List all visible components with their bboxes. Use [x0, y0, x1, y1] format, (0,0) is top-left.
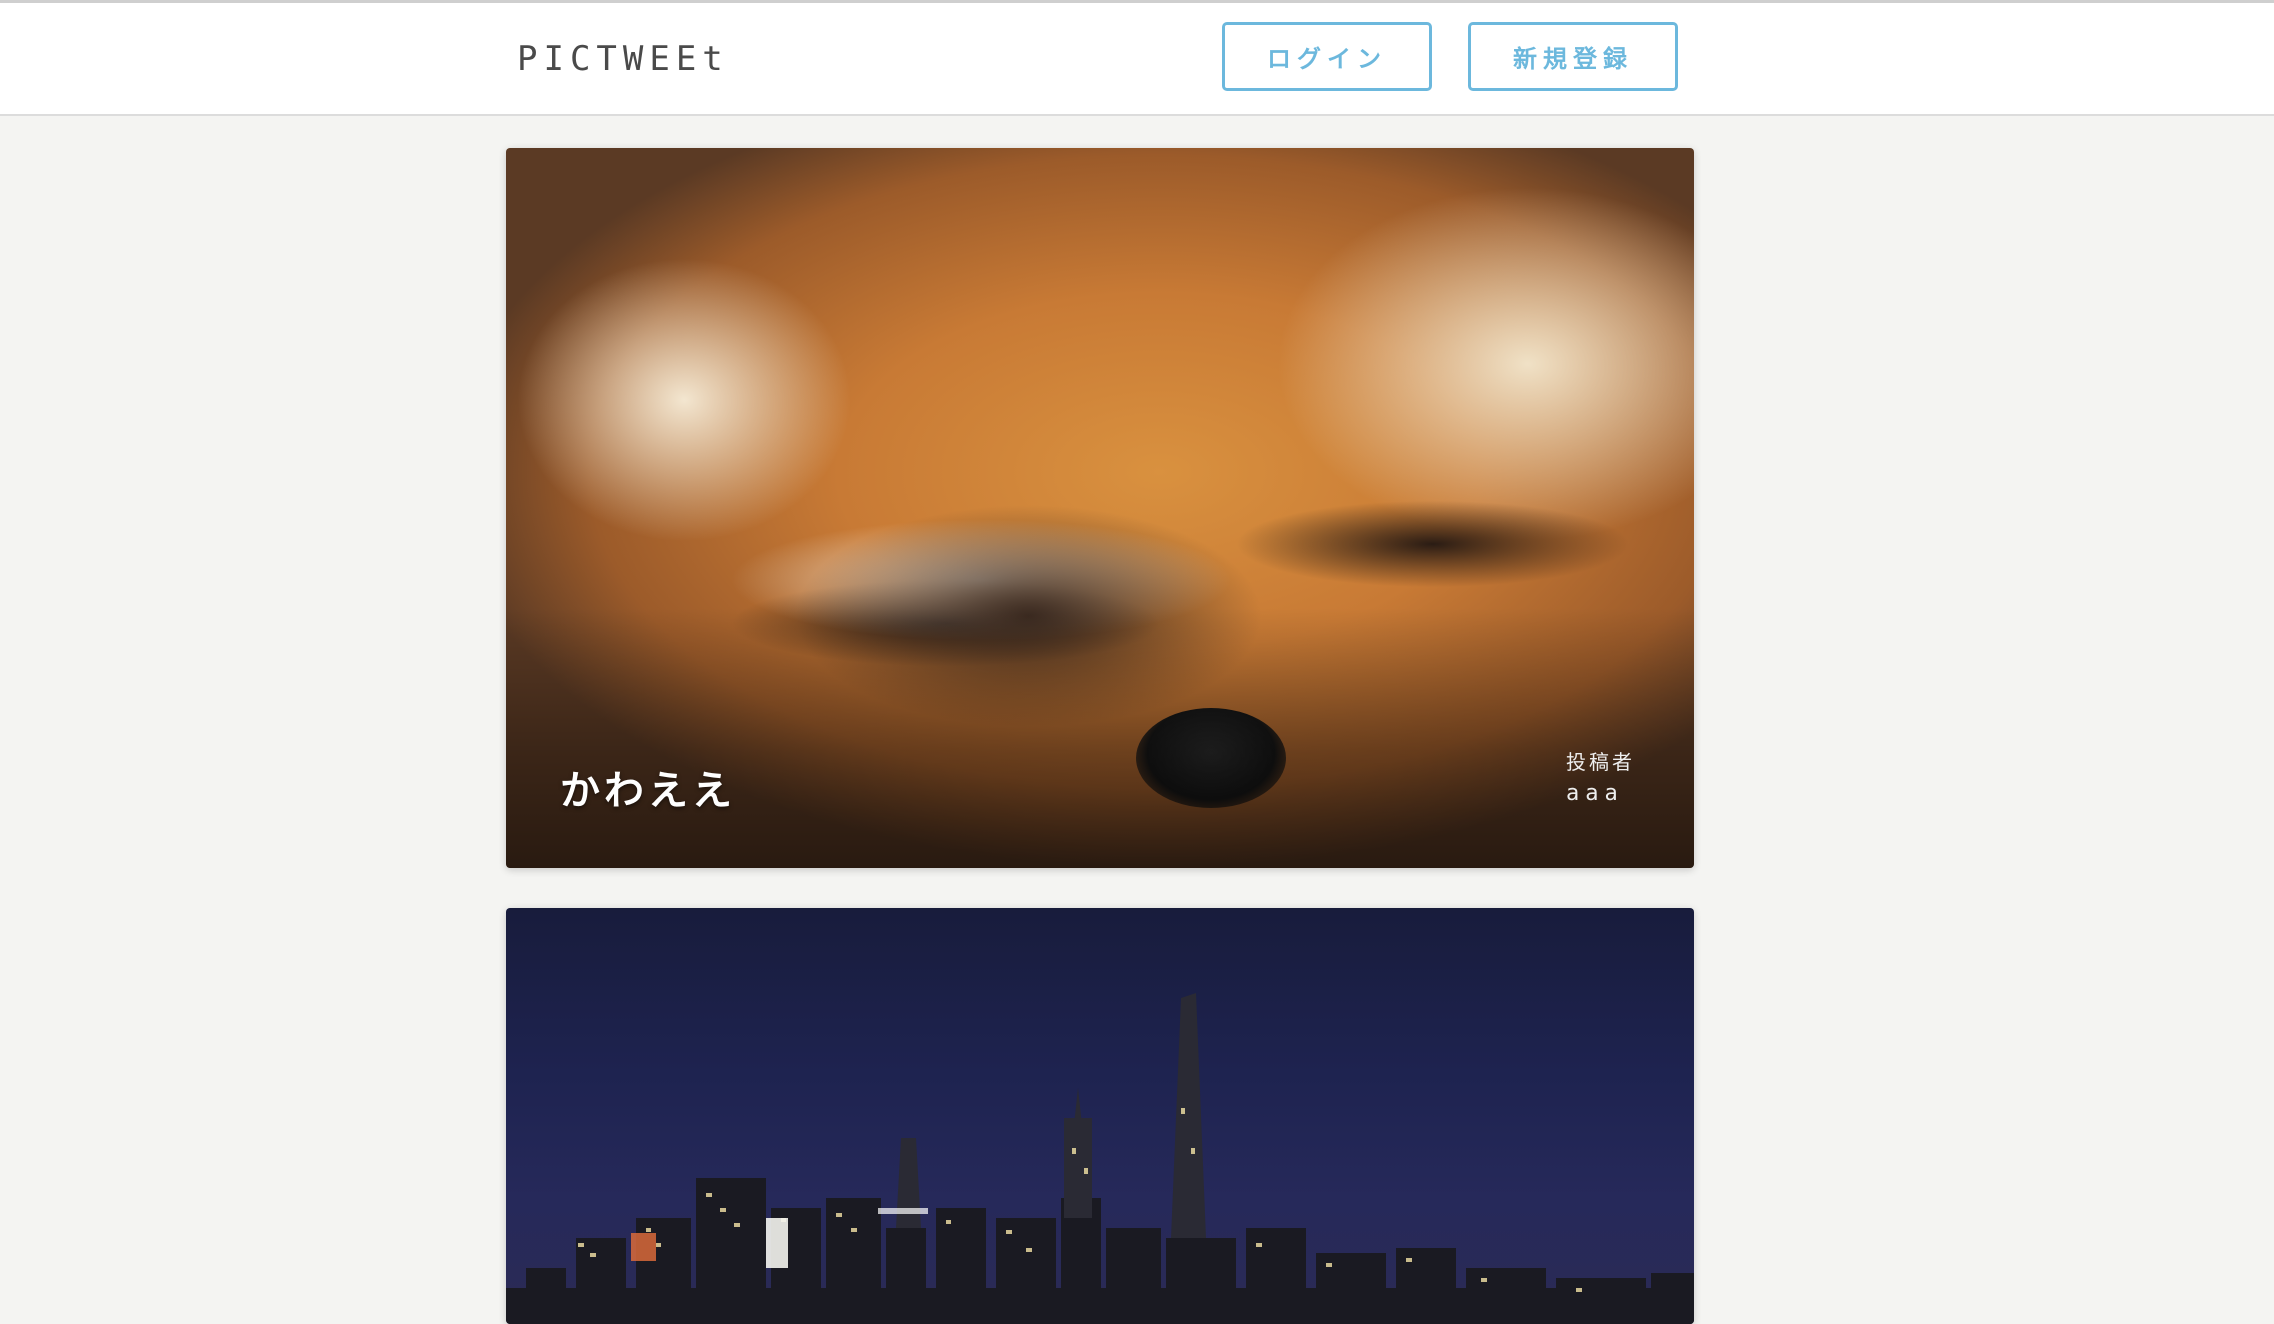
- post-title: かわええ: [560, 767, 736, 814]
- signup-button[interactable]: 新規登録: [1468, 22, 1678, 91]
- poster-label: 投稿者: [1566, 750, 1635, 774]
- poster-name[interactable]: aaa: [1566, 781, 1624, 806]
- site-logo[interactable]: PICTWEEt: [517, 39, 729, 79]
- city-skyline-graphic: [506, 993, 1694, 1324]
- site-header: PICTWEEt ログイン 新規登録: [0, 3, 2274, 116]
- post-card[interactable]: かわええ 投稿者 aaa: [506, 148, 1694, 868]
- image-overlay-gradient: [506, 608, 1694, 868]
- login-button[interactable]: ログイン: [1222, 22, 1432, 91]
- post-card[interactable]: [506, 908, 1694, 1324]
